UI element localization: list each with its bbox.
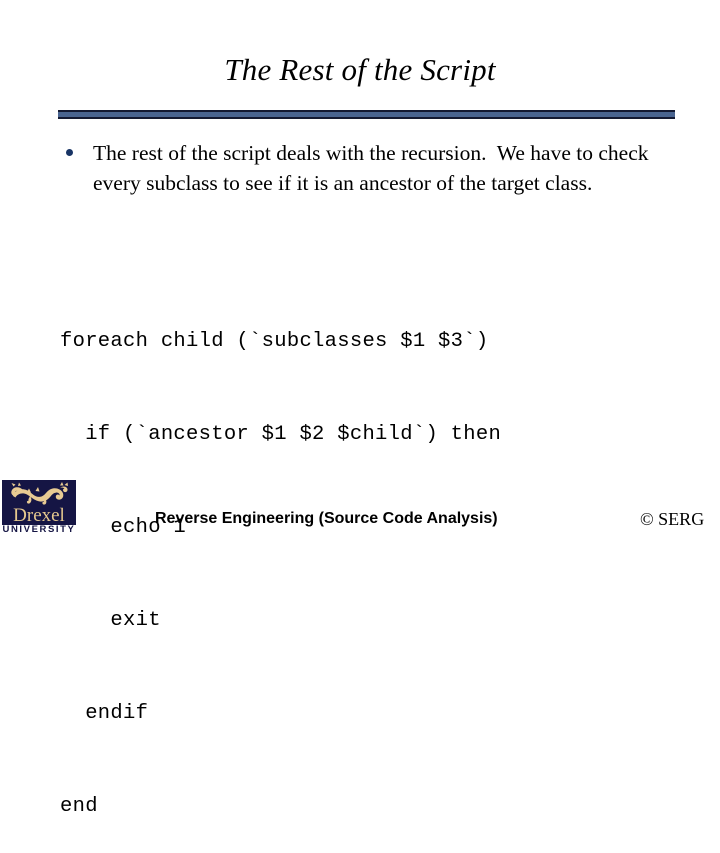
page-title: The Rest of the Script bbox=[224, 52, 496, 87]
list-item: The rest of the script deals with the re… bbox=[58, 138, 678, 198]
title-divider-rule bbox=[58, 110, 675, 119]
body-content: The rest of the script deals with the re… bbox=[58, 138, 678, 198]
code-listing: foreach child (`subclasses $1 $3`) if (`… bbox=[60, 264, 501, 853]
code-line: endif bbox=[60, 702, 149, 725]
code-line: exit bbox=[60, 609, 161, 632]
code-line: if (`ancestor $1 $2 $child`) then bbox=[60, 423, 502, 446]
code-line: foreach child (`subclasses $1 $3`) bbox=[60, 330, 489, 353]
logo-subtext: UNIVERSITY bbox=[2, 524, 76, 535]
dragon-icon bbox=[11, 482, 68, 505]
drexel-university-logo: Drexel UNIVERSITY bbox=[2, 480, 76, 538]
footer-course-label: Reverse Engineering (Source Code Analysi… bbox=[155, 510, 498, 527]
list-item-label: The rest of the script deals with the re… bbox=[93, 141, 654, 195]
code-line: end bbox=[60, 795, 98, 818]
logo-navy-panel: Drexel bbox=[2, 480, 76, 525]
bullet-dot-icon bbox=[66, 149, 73, 156]
logo-wordmark: Drexel bbox=[13, 505, 65, 525]
footer-copyright: © SERG bbox=[640, 509, 705, 529]
